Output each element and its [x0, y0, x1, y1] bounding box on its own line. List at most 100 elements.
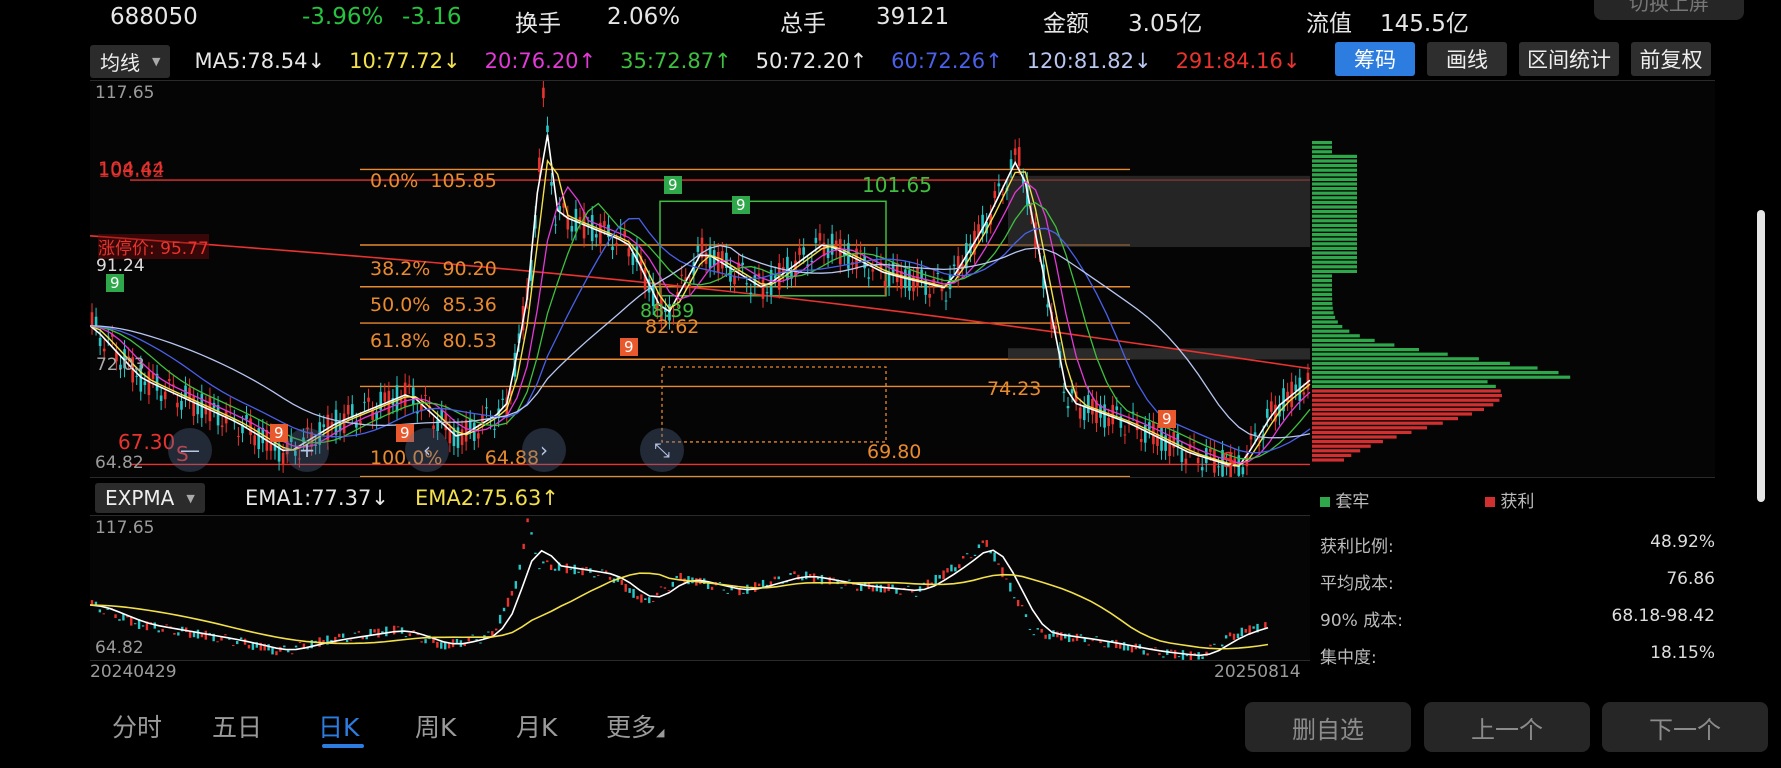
expma-candle	[487, 631, 490, 633]
expma-candle	[1091, 640, 1094, 642]
expma-candle	[526, 518, 529, 523]
expma-chart-panel[interactable]	[90, 515, 1310, 661]
chip-bar	[1312, 228, 1357, 232]
candle-body	[1066, 406, 1070, 409]
vertical-scrollbar[interactable]	[1757, 210, 1765, 502]
expma-candle	[644, 598, 647, 600]
candle-body	[277, 443, 281, 462]
tab-monthly-k[interactable]: 月K	[516, 708, 557, 744]
candle-body	[464, 420, 468, 442]
expma-candle	[549, 564, 553, 570]
zoom-out-icon[interactable]: —	[168, 428, 212, 472]
stat-value: 68.18-98.42	[1611, 606, 1715, 626]
stat-90-cost: 90% 成本: 68.18-98.42	[1320, 606, 1715, 631]
remove-favorite-button[interactable]: 删自选	[1245, 702, 1411, 752]
expma-candle	[958, 564, 961, 569]
ma-bar: 均线 ▼ MA5:78.54↓ 10:77.72↓ 20:76.20↑ 35:7…	[90, 44, 1300, 78]
expma-candle	[1142, 650, 1145, 655]
chip-bar	[1312, 256, 1357, 260]
expma-candle	[546, 560, 549, 563]
tab-more[interactable]: 更多◢	[606, 708, 664, 744]
chip-bar	[1312, 458, 1345, 462]
candle-body	[554, 224, 557, 226]
candle-body	[102, 348, 106, 352]
chip-bar	[1312, 430, 1412, 434]
scroll-left-icon[interactable]: ‹	[405, 428, 449, 472]
expma-candle	[216, 641, 219, 643]
expma-candle	[969, 557, 973, 559]
resistance-zone	[1008, 175, 1310, 248]
expma-candle	[848, 579, 851, 581]
tab-intraday[interactable]: 分时	[112, 708, 162, 744]
expma-candle	[840, 587, 843, 589]
chip-bar	[1312, 453, 1352, 457]
main-chart-panel[interactable]	[90, 80, 1715, 478]
expma-candle	[377, 628, 380, 638]
expma-candle	[133, 623, 137, 625]
candle-body	[485, 407, 488, 409]
chip-bar	[1312, 394, 1502, 398]
candle-body	[944, 300, 948, 302]
ma-item: 60:72.26↑	[891, 49, 1003, 73]
expma-candle	[1001, 567, 1004, 578]
tab-five-day[interactable]: 五日	[212, 708, 262, 744]
chip-bar	[1312, 440, 1383, 444]
expma-candle	[663, 587, 667, 589]
candle-body	[550, 181, 553, 186]
next-button[interactable]: 下一个	[1602, 702, 1768, 752]
candle-body	[928, 293, 932, 298]
expma-candle	[495, 628, 498, 631]
candle-body	[993, 191, 997, 198]
tab-weekly-k[interactable]: 周K	[415, 708, 456, 744]
chip-bar	[1312, 219, 1357, 223]
expma-candle	[287, 650, 290, 653]
amount-label: 金额	[1043, 11, 1089, 37]
candle-body	[346, 405, 350, 415]
expma-candle	[577, 571, 580, 573]
candle-body	[436, 419, 439, 431]
expma-candle	[118, 619, 121, 621]
chip-button[interactable]: 筹码	[1335, 42, 1415, 76]
y-axis-top-label: 117.65	[95, 83, 155, 103]
tab-daily-k[interactable]: 日K	[318, 708, 359, 744]
candle-body	[1107, 417, 1110, 427]
expma-candle	[102, 613, 105, 615]
candle-body	[1062, 391, 1066, 393]
expma-candle	[1146, 653, 1149, 656]
expma-candle	[993, 552, 996, 562]
expma-candle	[345, 639, 349, 643]
expma-candle	[479, 642, 482, 644]
switch-screen-button[interactable]: 切换上屏	[1594, 0, 1744, 20]
range-stats-button[interactable]: 区间统计	[1519, 42, 1619, 76]
ma-item: 291:84.16↓	[1175, 49, 1301, 73]
expma-dropdown[interactable]: EXPMA ▼	[95, 483, 205, 513]
expma-candle	[573, 564, 576, 575]
expma-candle	[942, 570, 945, 580]
expma-candle	[710, 586, 714, 590]
expma-candle	[962, 556, 965, 559]
expma-candle	[973, 554, 977, 557]
chip-bar	[1312, 361, 1510, 365]
zoom-in-icon[interactable]: +	[285, 428, 329, 472]
previous-button[interactable]: 上一个	[1424, 702, 1590, 752]
chip-bar	[1312, 311, 1334, 315]
ma-selector[interactable]: 均线 ▼	[90, 44, 171, 78]
forward-adjust-button[interactable]: 前复权	[1631, 42, 1711, 76]
expma-candle	[224, 634, 227, 636]
expma-candle	[1016, 599, 1020, 607]
scroll-right-icon[interactable]: ›	[522, 428, 566, 472]
collapse-icon[interactable]: ⤡	[640, 428, 684, 472]
expma-selector[interactable]: EXPMA ▼	[95, 483, 205, 513]
expma-candle	[812, 573, 816, 583]
expma-candle	[542, 561, 545, 564]
chip-bar	[1312, 334, 1360, 338]
expma-candle	[294, 645, 298, 648]
expma-candle	[1028, 628, 1032, 630]
chip-bar	[1312, 260, 1357, 264]
expma-candle	[789, 573, 792, 575]
candle-body	[1184, 458, 1188, 465]
expma-candle	[651, 601, 655, 603]
chip-bar	[1312, 375, 1571, 379]
draw-line-button[interactable]: 画线	[1427, 42, 1507, 76]
chip-bar	[1312, 371, 1559, 375]
